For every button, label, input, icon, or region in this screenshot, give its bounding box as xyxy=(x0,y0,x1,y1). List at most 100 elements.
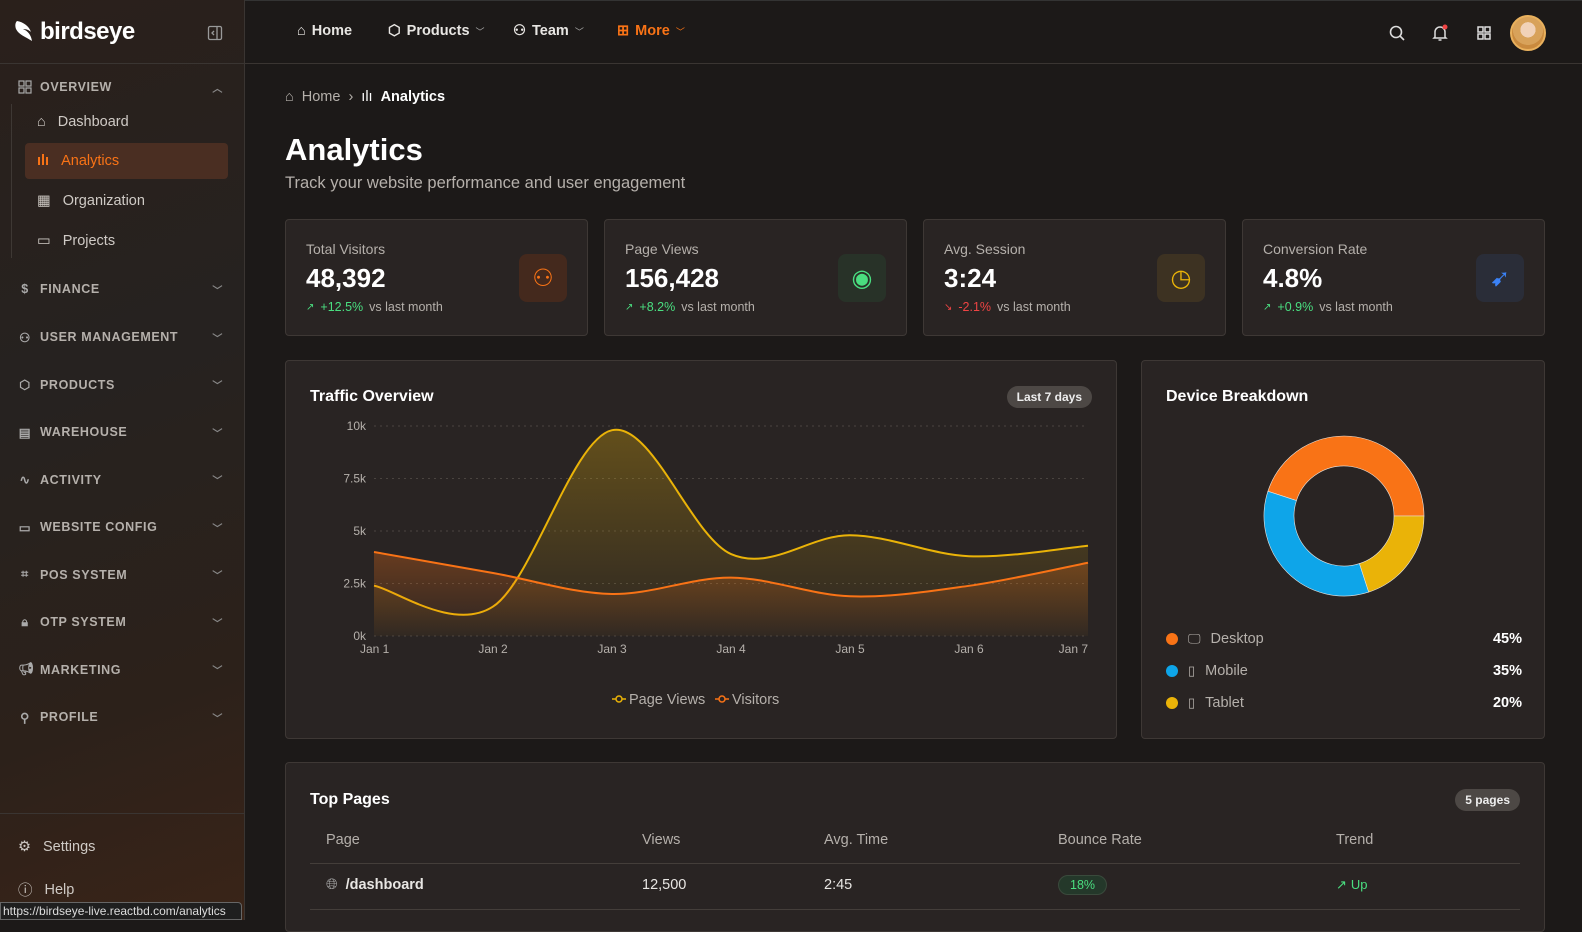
legend-label: Tablet xyxy=(1205,695,1244,711)
legend-item: 🖵︎ Desktop 45% xyxy=(1166,631,1522,647)
section-label: MARKETING xyxy=(40,662,122,677)
legend-percent: 45% xyxy=(1492,631,1522,647)
donut-slice-mobile[interactable] xyxy=(1263,490,1370,597)
bar-chart-icon: ılı xyxy=(361,89,373,105)
column-header[interactable]: Trend xyxy=(1336,832,1373,848)
section-activity[interactable]: ∿ ACTIVITY ﹀ xyxy=(18,472,223,488)
section-label: WAREHOUSE xyxy=(40,425,128,439)
sidebar-collapse-icon[interactable] xyxy=(207,25,223,41)
trending-up-icon: ↗ xyxy=(1336,877,1347,892)
sidebar-item-analytics[interactable]: ılı Analytics xyxy=(25,143,228,179)
apps-grid-icon[interactable] xyxy=(1475,24,1493,42)
device-breakdown-card: Device Breakdown 🖵︎ Desktop 45% ▯ Mobile 35% ▯… xyxy=(1141,360,1545,739)
stat-icon-box: ⚇ xyxy=(519,254,567,302)
legend-item: ▯ Tablet 20% xyxy=(1166,695,1522,711)
chevron-down-icon: ﹀ xyxy=(475,26,485,37)
legend-label: Visitors xyxy=(732,692,779,708)
section-marketing[interactable]: 📢︎ MARKETING ﹀ xyxy=(18,662,223,677)
item-label: Organization xyxy=(62,193,145,209)
section-finance[interactable]: $ FINANCE ﹀ xyxy=(18,282,223,297)
section-user-management[interactable]: ⚇ USER MANAGEMENT ﹀ xyxy=(18,330,223,345)
sidebar: birdseye OVERVIEW ︿ ⌂ Dashboard ılı Analyt… xyxy=(0,0,245,920)
x-tick-label: Jan 6 xyxy=(954,642,984,656)
section-warehouse[interactable]: ▤ WAREHOUSE ﹀ xyxy=(18,425,223,440)
column-header[interactable]: Views xyxy=(642,832,680,848)
stat-value: 156,428 xyxy=(625,263,719,293)
section-label: OTP SYSTEM xyxy=(40,615,127,629)
tree-line xyxy=(11,104,12,258)
tablet-icon: ▯ xyxy=(1188,695,1196,710)
sidebar-settings[interactable]: ⚙ Settings xyxy=(18,839,95,855)
x-tick-label: Jan 3 xyxy=(597,642,627,656)
donut-slice-tablet[interactable] xyxy=(1359,515,1425,593)
activity-icon: ∿ xyxy=(19,473,31,487)
folder-icon: ▭ xyxy=(37,233,51,249)
divider xyxy=(0,813,245,814)
clock-icon: ◷ xyxy=(1170,264,1192,292)
nav-more[interactable]: ⊞ More ﹀ xyxy=(617,23,685,39)
chevron-down-icon: ﹀ xyxy=(212,666,223,677)
chevron-down-icon: ﹀ xyxy=(212,381,223,392)
legend-dot xyxy=(1166,633,1178,645)
eye-icon: ◉ xyxy=(851,264,873,292)
bounce-rate-badge: 18% xyxy=(1058,875,1108,895)
help-circle-icon: ⓘ xyxy=(18,883,33,899)
nav-home[interactable]: ⌂ Home xyxy=(297,23,352,39)
stat-suffix: vs last month xyxy=(369,300,443,314)
user-avatar[interactable] xyxy=(1510,15,1546,51)
stat-card: Page Views 156,428 ↗ +8.2% vs last month ◉ xyxy=(604,219,907,336)
stat-change: +8.2% xyxy=(639,300,676,314)
scan-icon: ⌗ xyxy=(21,567,29,581)
sidebar-item-dashboard[interactable]: ⌂ Dashboard xyxy=(25,104,228,140)
nav-products[interactable]: ⬡ Products ﹀ xyxy=(388,23,485,39)
nav-label: Products xyxy=(406,23,470,39)
section-pos-system[interactable]: ⌗ POS SYSTEM ﹀ xyxy=(18,567,223,582)
box-icon: ⬡ xyxy=(388,23,401,39)
y-tick-label: 10k xyxy=(347,419,367,433)
column-header[interactable]: Bounce Rate xyxy=(1058,832,1142,848)
megaphone-icon: 📢︎ xyxy=(18,662,35,676)
nav-team[interactable]: ⚇ Team ﹀ xyxy=(513,23,584,39)
legend-percent: 20% xyxy=(1492,695,1522,711)
user-icon: ⚇ xyxy=(19,330,31,345)
profile-icon: ⚲ xyxy=(20,710,30,725)
chevron-up-icon: ︿ xyxy=(212,83,223,95)
page-subtitle: Track your website performance and user … xyxy=(285,174,686,192)
sidebar-item-organization[interactable]: ▦ Organization xyxy=(25,183,228,219)
stat-value: 48,392 xyxy=(306,263,386,293)
users-icon: ⚇ xyxy=(532,264,554,292)
sidebar-help[interactable]: ⓘ Help xyxy=(18,879,74,900)
monitor-icon: 🖵︎ xyxy=(1188,631,1201,646)
section-label: ACTIVITY xyxy=(40,472,102,487)
stat-label: Total Visitors xyxy=(306,241,386,257)
traffic-overview-card: Traffic Overview Last 7 days 0k 2.5k 5k 7.5… xyxy=(285,360,1117,739)
breadcrumb-home[interactable]: Home xyxy=(302,89,341,105)
legend-marker xyxy=(718,695,726,703)
chevron-down-icon: ﹀ xyxy=(212,713,223,725)
column-header[interactable]: Avg. Time xyxy=(824,832,888,848)
stat-suffix: vs last month xyxy=(681,300,755,314)
stat-suffix: vs last month xyxy=(1319,300,1393,314)
search-icon[interactable] xyxy=(1388,24,1406,42)
building-icon: ▦ xyxy=(37,193,51,209)
section-products[interactable]: ⬡ PRODUCTS ﹀ xyxy=(18,377,223,393)
stat-suffix: vs last month xyxy=(997,300,1071,314)
section-overview[interactable]: OVERVIEW ︿ xyxy=(18,80,223,95)
section-website-config[interactable]: ▭ WEBSITE CONFIG ﹀ xyxy=(18,520,223,535)
trend-label: Up xyxy=(1350,877,1368,892)
item-label: Analytics xyxy=(61,153,120,169)
page-path[interactable]: /dashboard xyxy=(346,877,424,893)
section-profile[interactable]: ⚲ PROFILE ﹀ xyxy=(18,710,223,725)
section-otp-system[interactable]: 🔒︎ OTP SYSTEM ﹀ xyxy=(18,615,223,630)
item-label: Settings xyxy=(43,839,96,855)
home-icon: ⌂ xyxy=(285,89,294,105)
x-tick-label: Jan 7 xyxy=(1059,642,1089,656)
sidebar-item-projects[interactable]: ▭ Projects xyxy=(25,223,228,259)
item-label: Dashboard xyxy=(57,114,129,130)
bell-icon[interactable] xyxy=(1431,24,1449,42)
y-tick-label: 7.5k xyxy=(343,472,367,486)
column-header[interactable]: Page xyxy=(326,832,360,848)
logo[interactable]: birdseye xyxy=(14,18,135,46)
y-tick-label: 0k xyxy=(353,629,367,643)
grid-icon: ⊞ xyxy=(617,23,630,39)
